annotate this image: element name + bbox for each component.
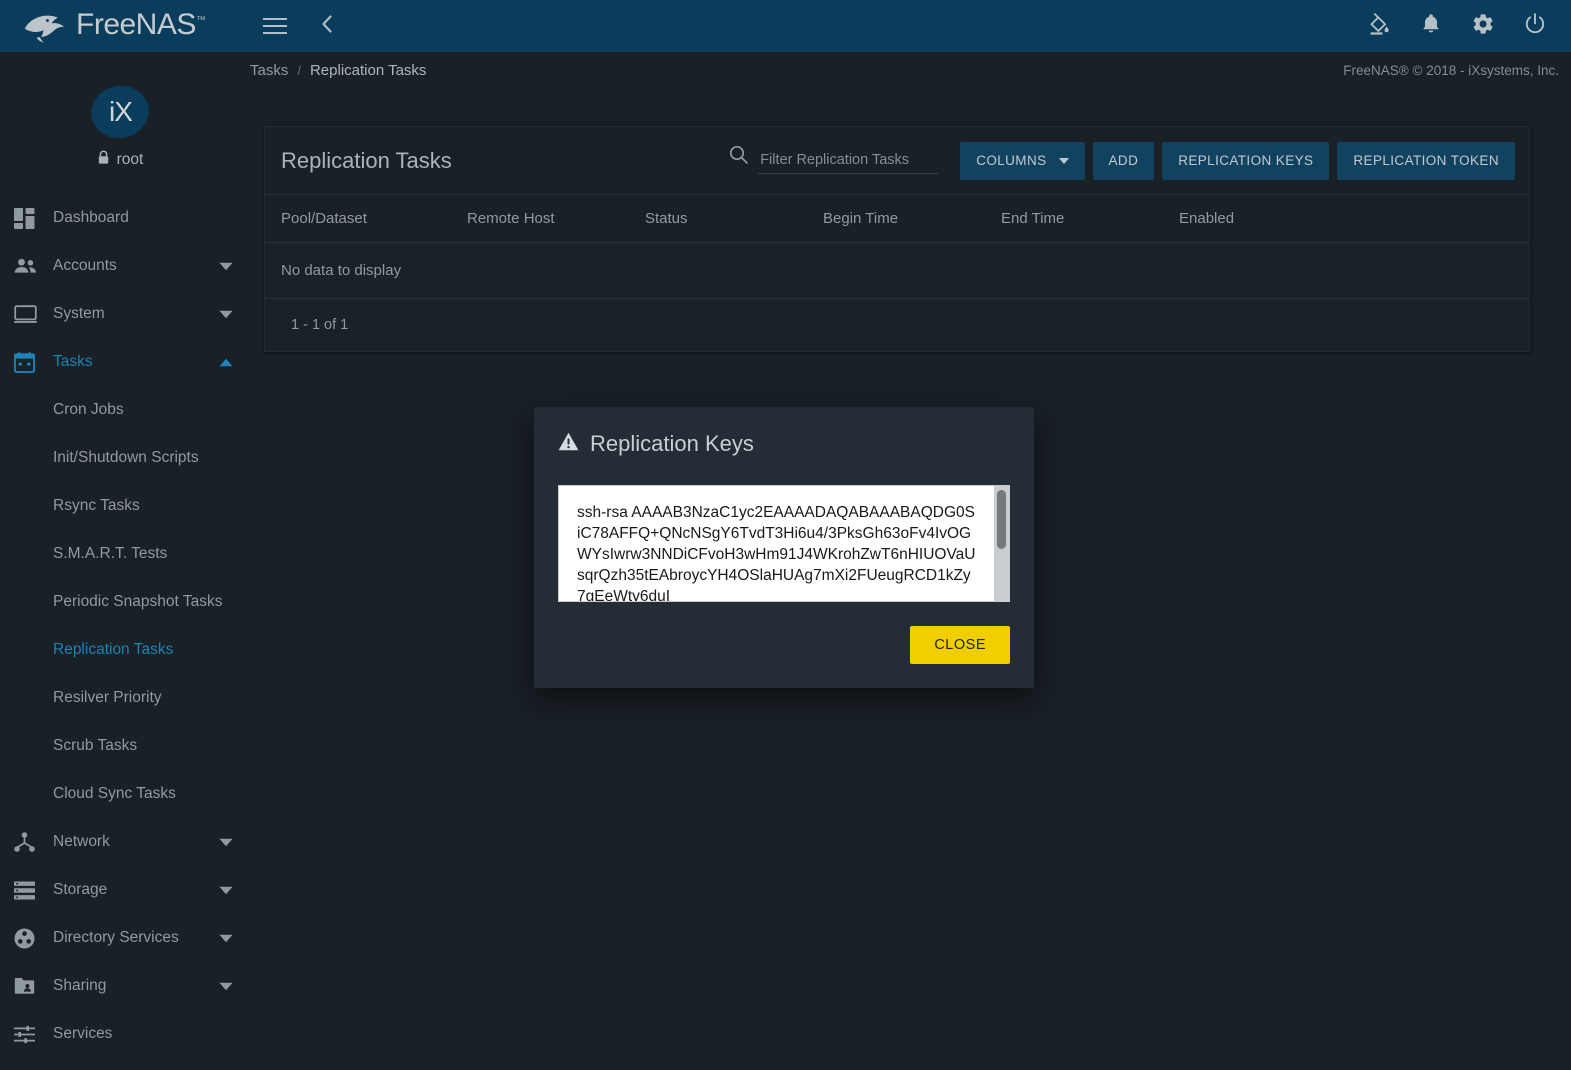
scrollbar-thumb[interactable] — [997, 490, 1006, 549]
replication-key-textbox[interactable]: ssh-rsa AAAAB3NzaC1yc2EAAAADAQABAAABAQDG… — [558, 485, 1010, 602]
dialog-title: Replication Keys — [590, 431, 754, 456]
dialog-header: Replication Keys — [558, 431, 1010, 457]
close-button[interactable]: CLOSE — [910, 626, 1010, 664]
dialog-actions: CLOSE — [558, 626, 1010, 664]
textbox-scrollbar[interactable] — [994, 486, 1009, 601]
replication-keys-dialog: Replication Keys ssh-rsa AAAAB3NzaC1yc2E… — [534, 407, 1034, 688]
replication-key-text[interactable]: ssh-rsa AAAAB3NzaC1yc2EAAAADAQABAAABAQDG… — [559, 486, 989, 601]
warning-triangle-icon — [558, 432, 579, 456]
